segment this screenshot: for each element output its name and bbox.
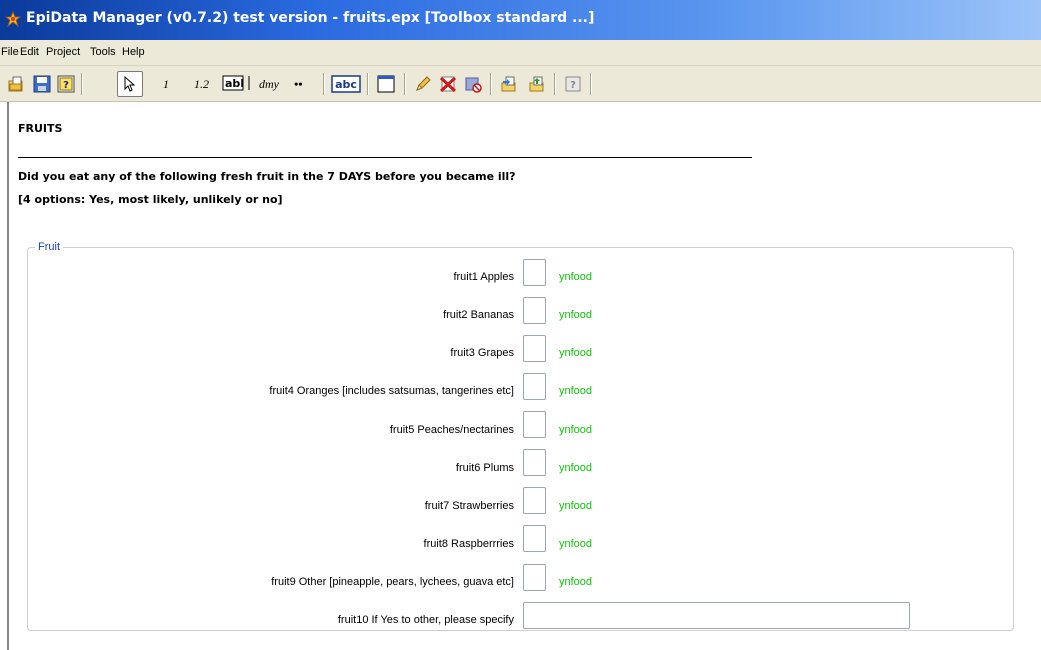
toolbar-separator [404, 73, 406, 95]
valuelabel-fruit6: ynfood [559, 462, 593, 474]
valuelabel-fruit2: ynfood [559, 309, 593, 321]
string-field-button[interactable]: abI [222, 72, 254, 94]
valuelabel-fruit3: ynfood [559, 347, 593, 359]
field-input-fruit2[interactable] [523, 297, 546, 324]
delete-button[interactable] [437, 73, 459, 95]
app-icon [5, 11, 21, 27]
text-field-icon: abI [222, 75, 250, 91]
toolbar-separator [590, 73, 592, 95]
label-button[interactable]: abc [331, 73, 361, 95]
pointer-button[interactable] [117, 71, 143, 97]
field-label-fruit5: fruit5 Peaches/nectarines [389, 424, 514, 436]
pointer-icon [124, 76, 136, 92]
date-field-button[interactable]: dmy [259, 77, 279, 92]
edit-pencil-icon [416, 76, 431, 91]
toolbar-separator [81, 73, 83, 95]
valuelabel-fruit1: ynfood [559, 271, 593, 283]
section-button[interactable] [375, 73, 397, 95]
help-icon: ? [57, 75, 75, 93]
delete-icon [439, 76, 457, 93]
menu-edit[interactable]: Edit [20, 46, 39, 58]
save-icon [33, 75, 51, 93]
delete-all-icon [465, 77, 482, 93]
help-button[interactable]: ? [55, 73, 77, 95]
toolbar-separator [323, 73, 325, 95]
valuelabel-fruit9: ynfood [559, 576, 593, 588]
delete-all-button[interactable] [462, 73, 484, 95]
svg-text:?: ? [63, 80, 69, 91]
export-button[interactable] [526, 73, 548, 95]
field-label-fruit2: fruit2 Bananas [443, 309, 514, 321]
new-project-icon [8, 76, 23, 92]
info-button[interactable]: ? [562, 73, 584, 95]
menu-file[interactable]: File [1, 46, 19, 58]
field-label-fruit6: fruit6 Plums [455, 462, 514, 474]
question-text: Did you eat any of the following fresh f… [18, 170, 516, 183]
menu-help[interactable]: Help [122, 46, 145, 58]
window-title: EpiData Manager (v0.7.2) test version - … [26, 10, 595, 26]
field-input-fruit3[interactable] [523, 335, 546, 362]
field-label-fruit8: fruit8 Raspberrries [423, 538, 514, 550]
app-window: EpiData Manager (v0.7.2) test version - … [0, 0, 1041, 650]
toolbar: ? 1 1.2 abI dmy •• abc ? [0, 66, 1041, 102]
field-input-fruit5[interactable] [523, 411, 546, 438]
valuelabel-fruit5: ynfood [559, 424, 593, 436]
toolbar-separator [554, 73, 556, 95]
menu-tools[interactable]: Tools [90, 46, 116, 58]
svg-text:abI: abI [225, 77, 244, 90]
new-project-button[interactable] [5, 73, 27, 95]
field-label-fruit7: fruit7 Strawberries [424, 500, 514, 512]
field-input-fruit4[interactable] [523, 373, 546, 400]
field-input-fruit6[interactable] [523, 449, 546, 476]
field-input-fruit1[interactable] [523, 259, 546, 286]
import-icon [501, 76, 516, 92]
integer-field-button[interactable]: 1 [163, 77, 169, 92]
edit-button[interactable] [412, 73, 434, 95]
section-icon [377, 75, 395, 93]
fruit-groupbox [27, 247, 1014, 631]
field-input-fruit9[interactable] [523, 564, 546, 591]
menu-project[interactable]: Project [46, 46, 80, 58]
svg-text:abc: abc [335, 78, 357, 91]
heading-divider [18, 157, 752, 158]
time-field-button[interactable]: •• [294, 77, 302, 92]
toolbar-separator [367, 73, 369, 95]
field-label-fruit3: fruit3 Grapes [450, 347, 514, 359]
label-icon: abc [331, 75, 361, 93]
field-label-fruit4: fruit4 Oranges [includes satsumas, tange… [269, 385, 514, 397]
options-note: [4 options: Yes, most likely, unlikely o… [18, 193, 283, 206]
field-input-fruit8[interactable] [523, 525, 546, 552]
field-input-fruit10[interactable] [523, 602, 910, 629]
form-heading: FRUITS [18, 122, 63, 135]
import-button[interactable] [498, 73, 520, 95]
info-icon: ? [565, 76, 581, 92]
field-label-fruit10: fruit10 If Yes to other, please specify [337, 614, 514, 626]
field-label-fruit1: fruit1 Apples [453, 271, 514, 283]
float-field-button[interactable]: 1.2 [194, 77, 209, 92]
valuelabel-fruit4: ynfood [559, 385, 593, 397]
field-input-fruit7[interactable] [523, 487, 546, 514]
menu-bar: File Edit Project Tools Help [0, 40, 1041, 66]
title-bar[interactable]: EpiData Manager (v0.7.2) test version - … [0, 0, 1041, 40]
group-label: Fruit [35, 241, 63, 253]
valuelabel-fruit7: ynfood [559, 500, 593, 512]
svg-text:?: ? [570, 80, 576, 91]
valuelabel-fruit8: ynfood [559, 538, 593, 550]
save-button[interactable] [31, 73, 53, 95]
toolbar-separator [490, 73, 492, 95]
field-label-fruit9: fruit9 Other [pineapple, pears, lychees,… [271, 576, 514, 588]
export-icon [529, 76, 544, 92]
